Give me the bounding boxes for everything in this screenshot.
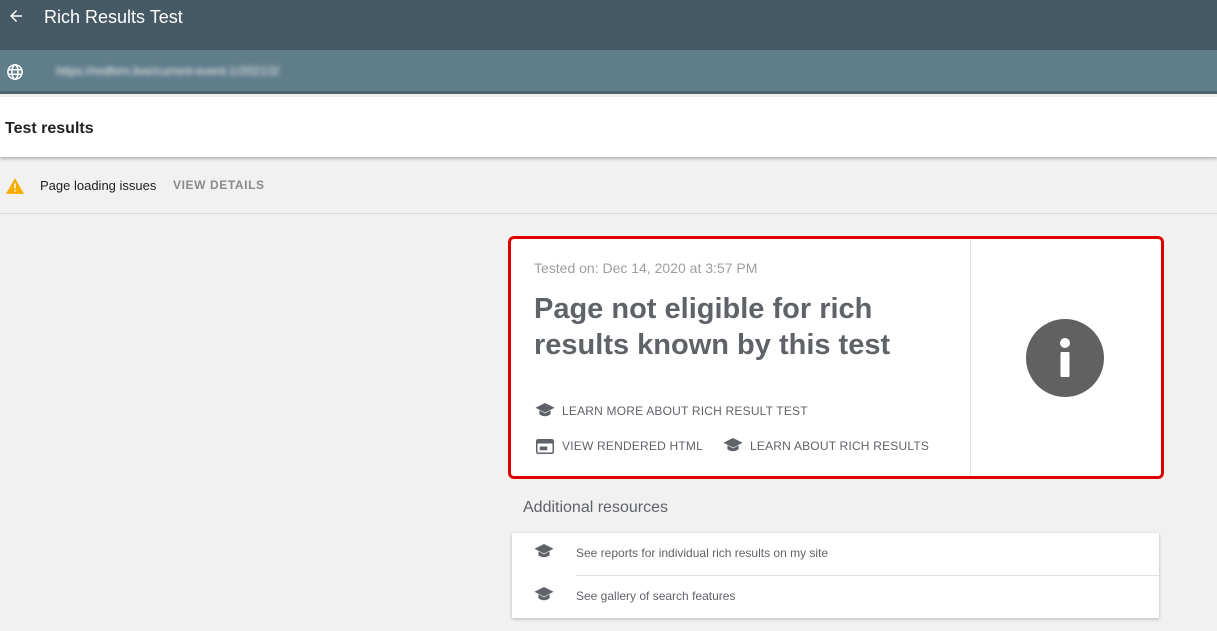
- issues-bar: Page loading issues VIEW DETAILS: [0, 160, 1217, 214]
- graduation-cap-icon: [722, 437, 744, 455]
- back-button[interactable]: [2, 2, 30, 30]
- url-bar: https://redfern.live/current-event-1/202…: [0, 50, 1217, 94]
- graduation-cap-icon: [534, 544, 556, 562]
- arrow-left-icon: [10, 10, 22, 22]
- additional-resources-heading: Additional resources: [523, 499, 668, 516]
- result-card: Tested on: Dec 14, 2020 at 3:57 PM Page …: [508, 236, 1164, 479]
- resource-label: See gallery of search features: [576, 589, 736, 603]
- tested-on-timestamp: Tested on: Dec 14, 2020 at 3:57 PM: [534, 260, 758, 276]
- graduation-cap-icon: [534, 402, 556, 420]
- tested-url[interactable]: https://redfern.live/current-event-1/202…: [56, 64, 279, 78]
- additional-resources-list: See reports for individual rich results …: [512, 533, 1159, 618]
- learn-about-rich-results-label: LEARN ABOUT RICH RESULTS: [750, 439, 930, 453]
- learn-about-rich-results-link[interactable]: LEARN ABOUT RICH RESULTS: [722, 437, 929, 455]
- info-icon: [1026, 319, 1104, 397]
- view-rendered-html-label: VIEW RENDERED HTML: [562, 439, 703, 453]
- page-title: Test results: [5, 120, 94, 137]
- globe-icon: [7, 64, 23, 80]
- app-title: Rich Results Test: [44, 7, 183, 27]
- list-item[interactable]: See reports for individual rich results …: [512, 533, 1159, 575]
- results-header: Test results: [0, 97, 1217, 157]
- issues-label: Page loading issues: [40, 178, 157, 193]
- card-divider: [970, 239, 971, 476]
- warning-icon: [6, 178, 24, 194]
- browser-window-icon: [534, 437, 556, 455]
- resource-label: See reports for individual rich results …: [576, 546, 829, 560]
- view-details-button[interactable]: VIEW DETAILS: [173, 178, 265, 192]
- result-headline: Page not eligible for rich results known…: [534, 293, 891, 361]
- graduation-cap-icon: [534, 587, 556, 605]
- list-item[interactable]: See gallery of search features: [512, 576, 1159, 618]
- top-app-bar: Rich Results Test: [0, 0, 1217, 50]
- learn-more-rich-result-test-link[interactable]: LEARN MORE ABOUT RICH RESULT TEST: [534, 402, 808, 420]
- view-rendered-html-link[interactable]: VIEW RENDERED HTML: [534, 437, 703, 455]
- learn-more-label: LEARN MORE ABOUT RICH RESULT TEST: [562, 404, 808, 418]
